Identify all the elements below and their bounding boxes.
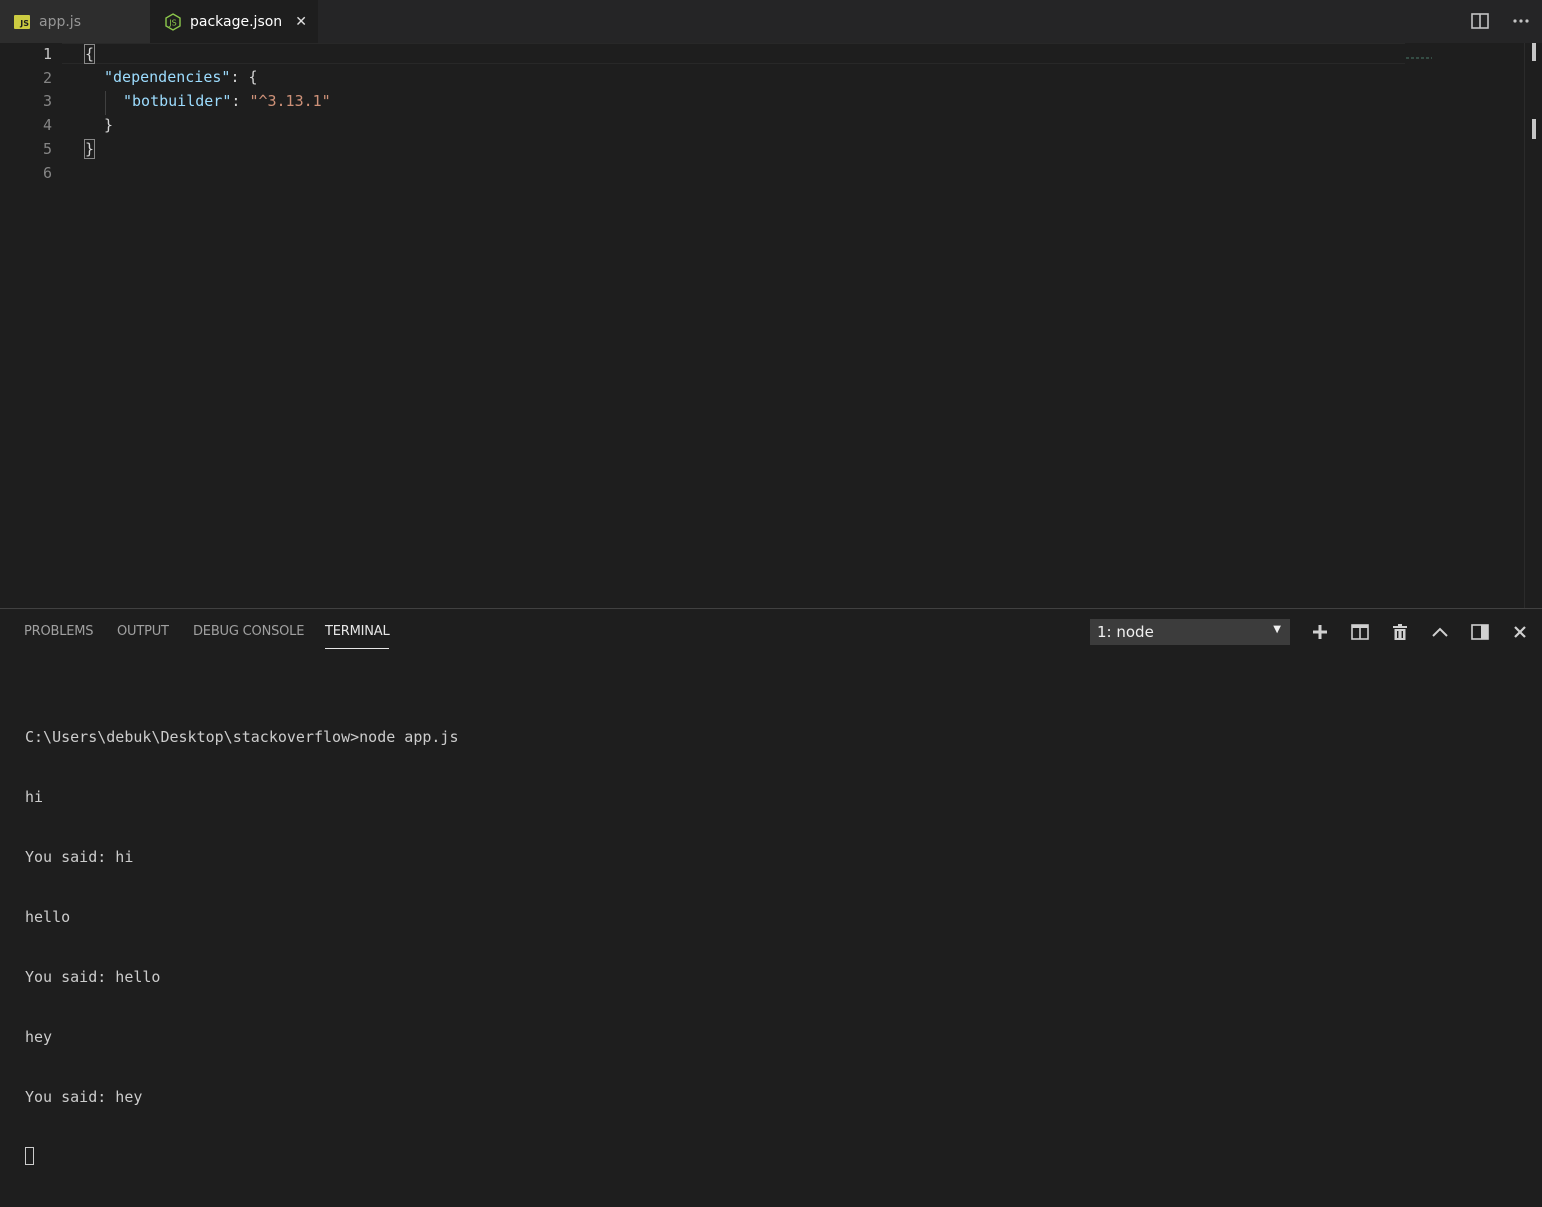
split-terminal-icon[interactable]	[1349, 621, 1371, 643]
line-number: 6	[42, 164, 52, 182]
dropdown-arrow-icon: ▼	[1273, 624, 1281, 635]
json-brace: {	[248, 68, 258, 86]
indent-guide	[105, 91, 106, 115]
terminal-output[interactable]: C:\Users\debuk\Desktop\stackoverflow>nod…	[25, 687, 458, 1207]
editor-vertical-scrollbar[interactable]	[1524, 43, 1542, 608]
line-number: 2	[42, 69, 52, 87]
json-colon: :	[230, 68, 249, 86]
terminal-instance-select[interactable]: 1: node ▼	[1090, 619, 1290, 645]
json-key: "botbuilder"	[123, 92, 232, 110]
terminal-prompt-line	[25, 1147, 458, 1167]
code-line-1: {	[83, 42, 96, 66]
scrollbar-thumb[interactable]	[1532, 119, 1536, 139]
json-string-value: "^3.13.1"	[249, 92, 331, 110]
code-line-3: "botbuilder": "^3.13.1"	[123, 89, 331, 113]
current-line-highlight	[62, 43, 1405, 64]
tab-label: package.json	[190, 13, 283, 30]
tab-terminal[interactable]: TERMINAL	[325, 624, 390, 639]
terminal-line: C:\Users\debuk\Desktop\stackoverflow>nod…	[25, 728, 459, 746]
tab-label: app.js	[39, 13, 81, 30]
line-number: 3	[42, 92, 52, 110]
svg-text:JS: JS	[168, 18, 176, 27]
scrollbar-cursor-marker	[1532, 43, 1536, 61]
toggle-panel-position-icon[interactable]	[1469, 621, 1491, 643]
terminal-line: You said: hey	[25, 1088, 143, 1106]
line-number: 4	[42, 116, 52, 134]
code-line-4: }	[104, 113, 113, 137]
line-number: 1	[42, 45, 52, 63]
terminal-line: You said: hi	[25, 848, 134, 866]
tab-problems[interactable]: PROBLEMS	[24, 624, 94, 639]
code-line-2: "dependencies": {	[104, 65, 258, 89]
tab-package-json[interactable]: JS package.json ✕	[150, 0, 318, 43]
terminal-line: You said: hello	[25, 968, 161, 986]
tab-app-js[interactable]: JS app.js	[0, 0, 150, 43]
bottom-panel: PROBLEMS OUTPUT DEBUG CONSOLE TERMINAL 1…	[0, 608, 1542, 1165]
terminal-line: hi	[25, 788, 44, 806]
chevron-up-icon[interactable]	[1429, 621, 1451, 643]
editor-tab-bar: JS app.js JS package.json ✕	[0, 0, 1542, 43]
terminal-line: hello	[25, 908, 71, 926]
matching-bracket: {	[83, 44, 96, 64]
nodejs-icon: JS	[165, 12, 181, 31]
matching-bracket: }	[83, 139, 96, 159]
code-editor[interactable]: 1 2 3 4 5 6 { "dependencies": { "botbuil…	[0, 43, 1524, 608]
terminal-line: hey	[25, 1028, 53, 1046]
active-tab-indicator	[325, 648, 389, 649]
json-key: "dependencies"	[104, 68, 231, 86]
split-editor-icon[interactable]	[1469, 10, 1491, 32]
terminal-cursor	[25, 1147, 34, 1165]
json-brace: }	[104, 116, 114, 134]
line-number: 5	[42, 140, 52, 158]
code-line-5: }	[83, 137, 96, 161]
terminal-select-value: 1: node	[1097, 623, 1154, 641]
tab-debug-console[interactable]: DEBUG CONSOLE	[193, 624, 304, 639]
new-terminal-icon[interactable]	[1309, 621, 1331, 643]
tab-output[interactable]: OUTPUT	[117, 624, 169, 639]
js-file-icon: JS	[14, 14, 30, 29]
minimap[interactable]	[1406, 45, 1432, 59]
json-colon: :	[231, 92, 250, 110]
trash-icon[interactable]	[1389, 621, 1411, 643]
more-actions-icon[interactable]	[1510, 10, 1532, 32]
close-panel-icon[interactable]	[1509, 621, 1531, 643]
close-icon[interactable]: ✕	[295, 14, 307, 30]
